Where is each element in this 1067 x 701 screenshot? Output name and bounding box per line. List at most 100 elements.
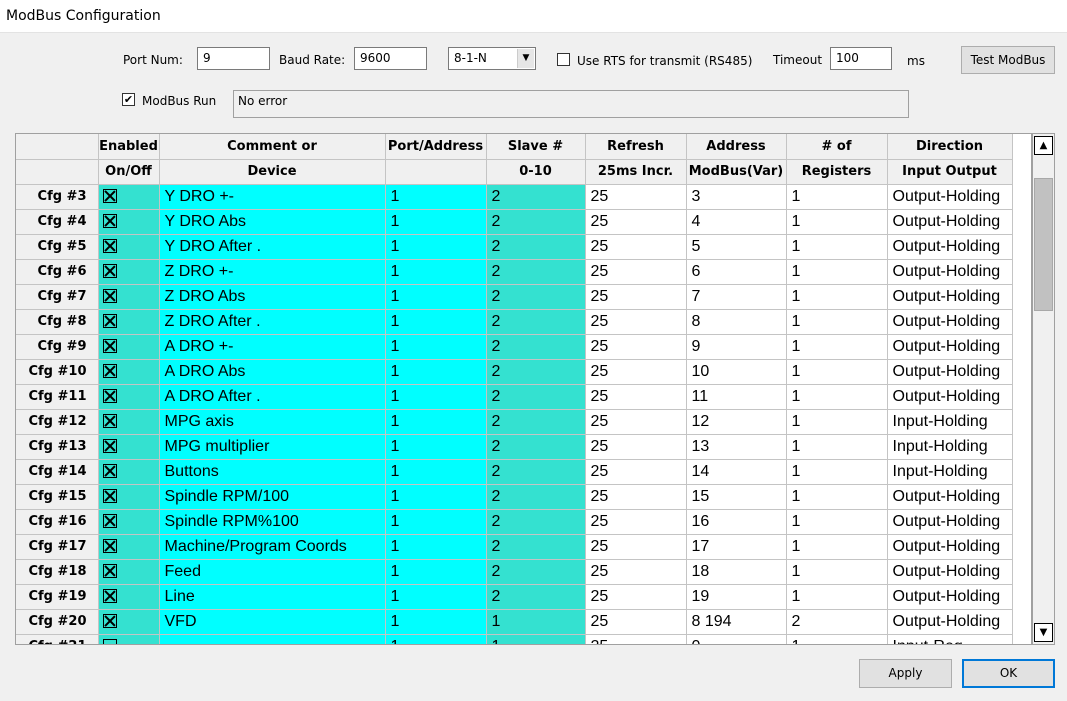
comment-cell[interactable]: Z DRO +-: [159, 259, 386, 285]
port-input[interactable]: 9: [197, 47, 270, 70]
enabled-cell[interactable]: [98, 309, 160, 335]
comment-cell[interactable]: Z DRO Abs: [159, 284, 386, 310]
enabled-cell[interactable]: [98, 634, 160, 644]
x-checkbox-icon[interactable]: [102, 464, 117, 479]
enabled-cell[interactable]: [98, 234, 160, 260]
port-cell[interactable]: 1: [385, 634, 487, 644]
comment-cell[interactable]: MPG multiplier: [159, 434, 386, 460]
enabled-cell[interactable]: [98, 609, 160, 635]
direction-cell[interactable]: Input-Holding: [887, 409, 1013, 435]
direction-cell[interactable]: Output-Holding: [887, 234, 1013, 260]
x-checkbox-icon[interactable]: [102, 414, 117, 429]
comment-cell[interactable]: Z DRO After .: [159, 309, 386, 335]
enabled-cell[interactable]: [98, 534, 160, 560]
row-header[interactable]: Cfg #15: [16, 484, 99, 510]
refresh-cell[interactable]: 25: [585, 609, 687, 635]
enabled-cell[interactable]: [98, 409, 160, 435]
port-cell[interactable]: 1: [385, 334, 487, 360]
scroll-up-icon[interactable]: ▲: [1034, 136, 1053, 155]
slave-cell[interactable]: 2: [486, 284, 586, 310]
slave-cell[interactable]: 2: [486, 434, 586, 460]
address-cell[interactable]: 11: [686, 384, 787, 410]
comment-cell[interactable]: Y DRO Abs: [159, 209, 386, 235]
comment-cell[interactable]: Spindle RPM/100: [159, 484, 386, 510]
port-cell[interactable]: 1: [385, 584, 487, 610]
x-checkbox-icon[interactable]: [102, 239, 117, 254]
x-checkbox-icon[interactable]: [102, 389, 117, 404]
ok-button[interactable]: OK: [962, 659, 1055, 688]
vertical-scrollbar[interactable]: ▲ ▼: [1032, 133, 1055, 645]
refresh-cell[interactable]: 25: [585, 334, 687, 360]
address-cell[interactable]: 4: [686, 209, 787, 235]
registers-cell[interactable]: 1: [786, 309, 888, 335]
address-cell[interactable]: 6: [686, 259, 787, 285]
row-header[interactable]: Cfg #8: [16, 309, 99, 335]
row-header[interactable]: Cfg #19: [16, 584, 99, 610]
address-cell[interactable]: 12: [686, 409, 787, 435]
timeout-input[interactable]: 100: [830, 47, 892, 70]
refresh-cell[interactable]: 25: [585, 559, 687, 585]
enabled-cell[interactable]: [98, 359, 160, 385]
direction-cell[interactable]: Output-Holding: [887, 184, 1013, 210]
column-header[interactable]: Port/Address: [385, 134, 487, 160]
slave-cell[interactable]: 2: [486, 234, 586, 260]
registers-cell[interactable]: 1: [786, 534, 888, 560]
refresh-cell[interactable]: 25: [585, 459, 687, 485]
x-checkbox-icon[interactable]: [102, 264, 117, 279]
enabled-cell[interactable]: [98, 259, 160, 285]
registers-cell[interactable]: 1: [786, 584, 888, 610]
row-header[interactable]: Cfg #13: [16, 434, 99, 460]
x-checkbox-icon[interactable]: [102, 639, 117, 644]
column-header[interactable]: Input Output: [887, 159, 1013, 185]
slave-cell[interactable]: 2: [486, 384, 586, 410]
address-cell[interactable]: 13: [686, 434, 787, 460]
slave-cell[interactable]: 2: [486, 209, 586, 235]
refresh-cell[interactable]: 25: [585, 359, 687, 385]
address-cell[interactable]: 8 194: [686, 609, 787, 635]
port-cell[interactable]: 1: [385, 534, 487, 560]
registers-cell[interactable]: 1: [786, 559, 888, 585]
x-checkbox-icon[interactable]: [102, 339, 117, 354]
address-cell[interactable]: 19: [686, 584, 787, 610]
registers-cell[interactable]: 1: [786, 234, 888, 260]
slave-cell[interactable]: 2: [486, 409, 586, 435]
address-cell[interactable]: 17: [686, 534, 787, 560]
direction-cell[interactable]: Output-Holding: [887, 509, 1013, 535]
registers-cell[interactable]: 1: [786, 259, 888, 285]
slave-cell[interactable]: 2: [486, 184, 586, 210]
direction-cell[interactable]: Output-Holding: [887, 384, 1013, 410]
direction-cell[interactable]: Output-Holding: [887, 559, 1013, 585]
refresh-cell[interactable]: 25: [585, 434, 687, 460]
port-cell[interactable]: 1: [385, 384, 487, 410]
direction-cell[interactable]: Output-Holding: [887, 209, 1013, 235]
registers-cell[interactable]: 1: [786, 409, 888, 435]
scroll-thumb[interactable]: [1034, 178, 1053, 311]
port-cell[interactable]: 1: [385, 309, 487, 335]
row-header[interactable]: Cfg #17: [16, 534, 99, 560]
comment-cell[interactable]: MPG axis: [159, 409, 386, 435]
refresh-cell[interactable]: 25: [585, 234, 687, 260]
row-header[interactable]: Cfg #18: [16, 559, 99, 585]
enabled-cell[interactable]: [98, 434, 160, 460]
registers-cell[interactable]: 1: [786, 384, 888, 410]
refresh-cell[interactable]: 25: [585, 259, 687, 285]
comment-cell[interactable]: [159, 634, 386, 644]
comment-cell[interactable]: Y DRO After .: [159, 234, 386, 260]
enabled-cell[interactable]: [98, 209, 160, 235]
x-checkbox-icon[interactable]: [102, 514, 117, 529]
refresh-cell[interactable]: 25: [585, 284, 687, 310]
registers-cell[interactable]: 1: [786, 284, 888, 310]
address-cell[interactable]: 0: [686, 634, 787, 644]
comment-cell[interactable]: Feed: [159, 559, 386, 585]
refresh-cell[interactable]: 25: [585, 184, 687, 210]
enabled-cell[interactable]: [98, 584, 160, 610]
registers-cell[interactable]: 1: [786, 209, 888, 235]
port-cell[interactable]: 1: [385, 484, 487, 510]
rts-checkbox[interactable]: [557, 53, 570, 66]
port-cell[interactable]: 1: [385, 409, 487, 435]
column-header[interactable]: Direction: [887, 134, 1013, 160]
column-header[interactable]: # of: [786, 134, 888, 160]
row-header[interactable]: Cfg #3: [16, 184, 99, 210]
x-checkbox-icon[interactable]: [102, 364, 117, 379]
slave-cell[interactable]: 2: [486, 259, 586, 285]
